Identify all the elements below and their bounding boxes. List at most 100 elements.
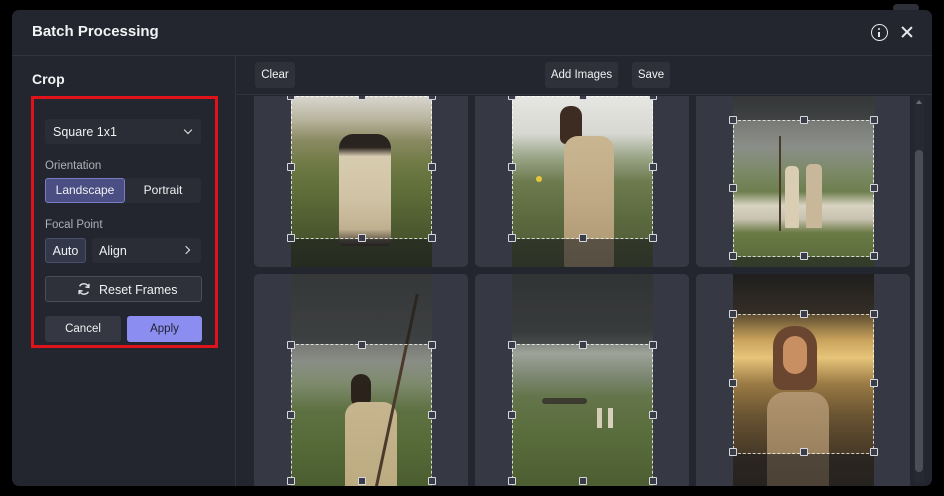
crop-handle[interactable] xyxy=(508,163,516,171)
crop-handle[interactable] xyxy=(649,341,657,349)
crop-handle[interactable] xyxy=(870,184,878,192)
crop-handle[interactable] xyxy=(800,116,808,124)
crop-shade xyxy=(291,239,432,267)
save-button[interactable]: Save xyxy=(632,62,670,88)
orientation-label: Orientation xyxy=(45,160,102,172)
crop-handle[interactable] xyxy=(428,96,436,100)
aspect-ratio-select[interactable]: Square 1x1 xyxy=(45,119,201,144)
crop-handle[interactable] xyxy=(287,234,295,242)
crop-handle[interactable] xyxy=(428,411,436,419)
crop-shade xyxy=(733,274,874,314)
crop-handle[interactable] xyxy=(287,163,295,171)
orientation-portrait-button[interactable]: Portrait xyxy=(125,178,201,203)
crop-handle[interactable] xyxy=(287,411,295,419)
crop-handle[interactable] xyxy=(287,96,295,100)
crop-handle[interactable] xyxy=(870,448,878,456)
crop-handle[interactable] xyxy=(428,234,436,242)
crop-handle[interactable] xyxy=(287,341,295,349)
crop-handle[interactable] xyxy=(508,234,516,242)
crop-handle[interactable] xyxy=(579,234,587,242)
crop-shade xyxy=(291,274,432,344)
sidebar-title: Crop xyxy=(32,71,65,87)
crop-handle[interactable] xyxy=(649,163,657,171)
crop-handle[interactable] xyxy=(287,477,295,485)
add-images-button[interactable]: Add Images xyxy=(545,62,618,88)
crop-handle[interactable] xyxy=(508,341,516,349)
close-icon[interactable] xyxy=(899,24,915,40)
crop-handle[interactable] xyxy=(649,234,657,242)
crop-handle[interactable] xyxy=(870,379,878,387)
crop-frame[interactable] xyxy=(512,344,653,486)
apply-label: Apply xyxy=(150,323,179,335)
orientation-landscape-button[interactable]: Landscape xyxy=(45,178,125,203)
crop-handle[interactable] xyxy=(800,448,808,456)
info-icon[interactable] xyxy=(871,24,888,41)
crop-handle[interactable] xyxy=(649,411,657,419)
grid-scrollbar[interactable] xyxy=(914,97,924,483)
crop-handle[interactable] xyxy=(358,477,366,485)
reset-frames-label: Reset Frames xyxy=(99,283,178,297)
crop-shade xyxy=(733,454,874,486)
crop-handle[interactable] xyxy=(579,96,587,100)
crop-shade xyxy=(512,274,653,344)
crop-handle[interactable] xyxy=(579,341,587,349)
crop-handle[interactable] xyxy=(729,184,737,192)
crop-handle[interactable] xyxy=(729,310,737,318)
image-card[interactable] xyxy=(254,274,468,486)
crop-handle[interactable] xyxy=(358,234,366,242)
crop-frame[interactable] xyxy=(291,96,432,239)
image-card[interactable] xyxy=(696,96,910,267)
apply-button[interactable]: Apply xyxy=(127,316,202,342)
crop-handle[interactable] xyxy=(428,341,436,349)
modal-header: Batch Processing xyxy=(12,10,932,56)
image-toolbar: Clear Add Images Save xyxy=(237,56,932,95)
image-card[interactable] xyxy=(475,274,689,486)
crop-frame[interactable] xyxy=(291,344,432,486)
image-woman-with-staff xyxy=(291,274,432,486)
batch-processing-modal: Batch Processing Crop Square 1x1 Orienta… xyxy=(12,10,932,486)
focal-align-button[interactable]: Align xyxy=(92,238,201,263)
focal-auto-label: Auto xyxy=(52,244,79,258)
crop-handle[interactable] xyxy=(579,477,587,485)
cancel-label: Cancel xyxy=(65,323,101,335)
image-card[interactable] xyxy=(696,274,910,486)
crop-handle[interactable] xyxy=(800,310,808,318)
crop-handle[interactable] xyxy=(729,116,737,124)
crop-handle[interactable] xyxy=(800,252,808,260)
aspect-ratio-value: Square 1x1 xyxy=(53,125,117,139)
image-grid xyxy=(237,96,917,486)
crop-handle[interactable] xyxy=(358,96,366,100)
crop-handle[interactable] xyxy=(649,477,657,485)
scroll-up-icon[interactable] xyxy=(916,100,922,104)
cancel-button[interactable]: Cancel xyxy=(45,316,121,342)
focal-auto-button[interactable]: Auto xyxy=(45,238,86,263)
focal-align-label: Align xyxy=(99,244,127,258)
crop-handle[interactable] xyxy=(508,411,516,419)
crop-handle[interactable] xyxy=(649,96,657,100)
crop-handle[interactable] xyxy=(870,252,878,260)
crop-handle[interactable] xyxy=(508,96,516,100)
crop-handle[interactable] xyxy=(508,477,516,485)
crop-shade xyxy=(512,239,653,267)
scroll-thumb[interactable] xyxy=(915,150,923,472)
chevron-right-icon xyxy=(181,245,191,255)
crop-handle[interactable] xyxy=(870,310,878,318)
reset-frames-button[interactable]: Reset Frames xyxy=(45,276,202,302)
modal-title: Batch Processing xyxy=(32,23,159,40)
crop-handle[interactable] xyxy=(428,477,436,485)
clear-button[interactable]: Clear xyxy=(255,62,295,88)
crop-handle[interactable] xyxy=(729,448,737,456)
crop-handle[interactable] xyxy=(428,163,436,171)
image-figures-in-valley xyxy=(512,274,653,486)
crop-frame[interactable] xyxy=(733,314,874,454)
image-card[interactable] xyxy=(475,96,689,267)
image-card[interactable] xyxy=(254,96,468,267)
crop-frame[interactable] xyxy=(733,120,874,257)
crop-handle[interactable] xyxy=(870,116,878,124)
crop-frame[interactable] xyxy=(512,96,653,239)
focal-point-label: Focal Point xyxy=(45,219,103,231)
crop-handle[interactable] xyxy=(358,341,366,349)
chevron-down-icon xyxy=(183,125,193,135)
crop-handle[interactable] xyxy=(729,252,737,260)
crop-handle[interactable] xyxy=(729,379,737,387)
